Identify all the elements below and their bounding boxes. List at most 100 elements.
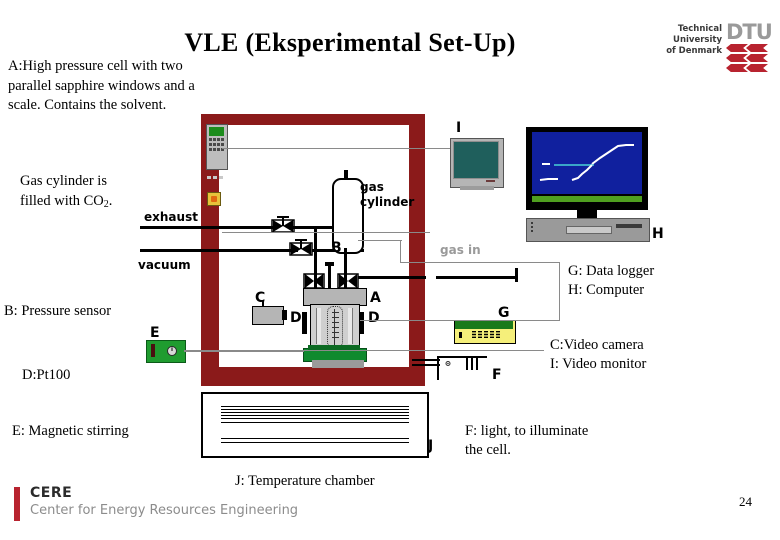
computer-monitor-stand xyxy=(577,210,597,218)
label-D-left: D xyxy=(290,310,302,326)
sapphire-window-right xyxy=(348,308,353,344)
computer-screen xyxy=(532,132,642,194)
label-D-right: D xyxy=(368,310,380,326)
light-rays-icon xyxy=(466,358,478,370)
cable-logger-riser xyxy=(559,262,560,320)
note-data-logger: G: Data logger xyxy=(568,263,655,279)
note-camera-monitor: C:Video camera I: Video monitor xyxy=(550,336,646,374)
note-gas-line1: Gas cylinder is xyxy=(20,173,107,189)
label-E: E xyxy=(150,325,160,341)
gas-cylinder-label-line2: cylinder xyxy=(360,195,415,209)
note-magnetic-stirring: E: Magnetic stirring xyxy=(12,423,129,439)
gas-cylinder-label: gas cylinder xyxy=(360,180,414,210)
cell-scale xyxy=(327,306,343,348)
dtu-logo-text: Technical University of Denmark xyxy=(636,24,722,57)
light-connector-1 xyxy=(412,359,440,361)
label-A: A xyxy=(370,290,381,306)
vacuum-pipe xyxy=(140,249,298,252)
page-title: VLE (Eksperimental Set-Up) xyxy=(184,28,516,57)
valve-exhaust-icon xyxy=(271,216,295,233)
gas-cylinder-label-line1: gas xyxy=(360,180,384,194)
dtu-arrow-row xyxy=(726,44,772,52)
note-computer: H: Computer xyxy=(568,282,645,298)
stirrer-cable xyxy=(184,350,304,352)
cere-logo-name: CERE xyxy=(30,485,73,501)
control-panel-keypad[interactable] xyxy=(209,138,225,153)
pt100-right-probe xyxy=(359,312,364,334)
light-bulb-icon xyxy=(445,361,451,366)
sapphire-window-left xyxy=(316,308,321,344)
note-logger-computer: G: Data logger H: Computer xyxy=(568,262,654,300)
pressure-sensor-stem xyxy=(328,266,331,290)
video-monitor-base xyxy=(460,186,494,190)
note-gas-text: filled with CO xyxy=(20,192,104,209)
data-logger-header xyxy=(455,321,513,329)
gas-in-pipe-inner xyxy=(358,276,426,279)
exhaust-label: exhaust xyxy=(144,210,198,224)
label-H: H xyxy=(652,226,664,242)
light-connector-2 xyxy=(412,364,440,366)
dtu-arrow-bars xyxy=(726,44,772,72)
note-light-line1: F: light, to illuminate xyxy=(465,423,589,439)
dtu-logo: Technical University of Denmark DTU xyxy=(634,22,774,84)
cere-logo: CERE Center for Energy Resources Enginee… xyxy=(14,485,344,527)
video-monitor-cable xyxy=(222,148,450,149)
label-F: F xyxy=(492,367,502,383)
gas-in-pipe xyxy=(436,276,518,279)
note-light-line2: the cell. xyxy=(465,442,511,458)
computer-indicator-lights xyxy=(531,222,533,234)
dtu-logo-line2: of Denmark xyxy=(666,46,722,56)
gas-in-pipe-end xyxy=(515,268,518,282)
oven-vent-slots xyxy=(207,176,223,180)
video-monitor-screen xyxy=(453,141,499,179)
stirrer-dial-icon[interactable] xyxy=(166,345,178,357)
computer-drive-slot[interactable] xyxy=(566,226,612,234)
video-camera xyxy=(252,306,284,325)
gas-in-label: gas in xyxy=(440,243,481,257)
cable-sensor-drop xyxy=(400,240,401,262)
computer-floppy-slot[interactable] xyxy=(616,224,642,228)
cere-logo-subtitle: Center for Energy Resources Engineering xyxy=(30,503,299,518)
stirrer-switch[interactable] xyxy=(151,344,155,357)
cable-sensor-run xyxy=(400,262,560,263)
dtu-logo-letters: DTU xyxy=(726,20,773,44)
cable-sensor-lead xyxy=(358,240,402,241)
control-panel-display xyxy=(209,127,224,136)
cable-camera-run xyxy=(222,232,430,233)
label-I: I xyxy=(456,120,462,136)
pt100-left-probe xyxy=(302,312,307,334)
temperature-chamber xyxy=(201,392,429,458)
label-J: J xyxy=(428,438,434,454)
cable-logger-to-cell xyxy=(360,320,560,321)
exhaust-pipe xyxy=(140,226,278,229)
note-pressure-sensor: B: Pressure sensor xyxy=(4,303,112,319)
computer-screen-plot xyxy=(539,144,634,181)
data-logger-display xyxy=(472,331,500,338)
note-pt100: D:Pt100 xyxy=(22,367,71,383)
note-cell-description: A:High pressure cell with two parallel s… xyxy=(8,58,195,113)
note-gas-cylinder: Gas cylinder is filled with CO2. xyxy=(20,172,210,214)
dtu-logo-mark: DTU xyxy=(726,20,773,74)
data-logger-led xyxy=(459,332,462,338)
video-camera-lens xyxy=(282,310,287,320)
cere-logo-bar xyxy=(14,487,20,521)
note-video-monitor: I: Video monitor xyxy=(550,356,647,372)
gas-cylinder-neck xyxy=(344,170,348,180)
video-monitor-indicator xyxy=(486,180,495,182)
note-light: F: light, to illuminate the cell. xyxy=(465,422,588,460)
page-number: 24 xyxy=(739,494,752,509)
valve-vacuum-icon xyxy=(289,239,313,256)
dtu-arrow-row xyxy=(726,54,772,62)
label-G: G xyxy=(498,305,510,321)
vacuum-label: vacuum xyxy=(138,258,191,272)
oven-control-panel[interactable] xyxy=(206,124,228,170)
oven-power-button[interactable] xyxy=(207,192,221,206)
label-B: B xyxy=(331,240,342,256)
dtu-logo-line1: Technical University xyxy=(673,24,722,45)
label-C: C xyxy=(255,290,266,306)
stirrer-base xyxy=(312,360,364,368)
cable-stirrer-run xyxy=(304,350,544,351)
note-video-camera: C:Video camera xyxy=(550,337,644,353)
computer-screen-strip xyxy=(532,196,642,202)
note-gas-period: . xyxy=(108,192,113,209)
